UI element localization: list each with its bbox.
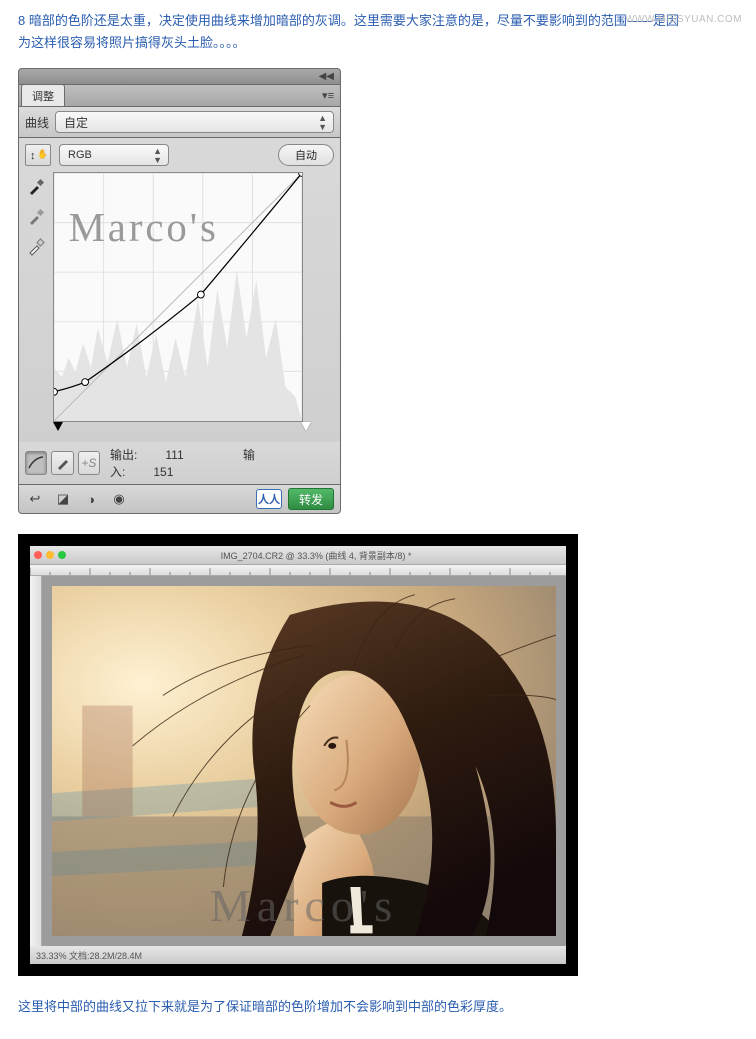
min-dot-icon bbox=[46, 551, 54, 559]
ruler-vertical bbox=[30, 576, 42, 946]
preset-row: 曲线 自定 ▲▼ bbox=[18, 106, 341, 137]
svg-text:✋: ✋ bbox=[37, 148, 46, 159]
status-bar: 33.33% 文档:28.2M/28.4M bbox=[30, 946, 566, 964]
curve-mode-smooth[interactable]: +S bbox=[78, 451, 100, 475]
photo-watermark: Marco's bbox=[210, 879, 398, 932]
preset-select[interactable]: 自定 ▲▼ bbox=[55, 111, 334, 133]
white-point-eyedropper[interactable] bbox=[25, 236, 47, 258]
eyedropper-column bbox=[25, 176, 47, 422]
site-watermark: WWW.MISSYUAN.COM bbox=[625, 14, 742, 25]
renren-icon[interactable]: 人人 bbox=[256, 489, 282, 509]
curve-readout: 输出:111 输入:151 bbox=[110, 446, 334, 480]
caption-text: 这里将中部的曲线又拉下来就是为了保证暗部的色阶增加不会影响到中部的色彩厚度。 bbox=[18, 996, 738, 1015]
share-button[interactable]: 转发 bbox=[288, 488, 334, 510]
select-arrows-icon: ▲▼ bbox=[153, 147, 162, 165]
white-slider-icon[interactable] bbox=[301, 422, 311, 431]
canvas: Marco's bbox=[42, 576, 566, 946]
svg-text:↕: ↕ bbox=[30, 150, 36, 162]
on-image-adjust-tool[interactable]: ↕✋ bbox=[25, 144, 51, 166]
curve-mode-pencil[interactable] bbox=[51, 451, 73, 475]
output-value: 111 bbox=[165, 448, 183, 462]
black-slider-icon[interactable] bbox=[53, 422, 63, 431]
collapse-arrow-icon: ◀◀ bbox=[319, 71, 334, 82]
preset-value: 自定 bbox=[64, 114, 88, 131]
panel-collapse-bar[interactable]: ◀◀ bbox=[18, 68, 341, 84]
channel-select[interactable]: RGB ▲▼ bbox=[59, 144, 169, 166]
tab-adjustments[interactable]: 调整 bbox=[21, 84, 65, 106]
input-sliders[interactable] bbox=[57, 422, 307, 436]
output-label: 输出: bbox=[110, 448, 137, 462]
preset-label: 曲线 bbox=[25, 114, 49, 131]
return-icon[interactable]: ↩ bbox=[25, 489, 45, 509]
panel-body: ↕✋ RGB ▲▼ 自动 bbox=[18, 137, 341, 442]
step-line1: 暗部的色阶还是太重，决定使用曲线来增加暗部的灰调。这里需要大家注意的是，尽量不要… bbox=[29, 13, 679, 28]
panel-footer: ↩ ◪ ◑ ◉ 人人 转发 bbox=[18, 484, 341, 514]
graph-watermark: Marco's bbox=[69, 205, 219, 250]
close-dot-icon bbox=[34, 551, 42, 559]
document-title: IMG_2704.CR2 @ 33.3% (曲线 4, 背景副本/8) * bbox=[70, 549, 562, 562]
photo: Marco's bbox=[52, 586, 556, 936]
curves-panel: ◀◀ 调整 ▾≡ 曲线 自定 ▲▼ ↕✋ RGB ▲▼ 自动 bbox=[18, 68, 341, 514]
input-value: 151 bbox=[153, 465, 173, 479]
black-point-eyedropper[interactable] bbox=[25, 176, 47, 198]
select-arrows-icon: ▲▼ bbox=[318, 114, 327, 132]
curve-mode-point[interactable] bbox=[25, 451, 47, 475]
max-dot-icon bbox=[58, 551, 66, 559]
step-line2: 为这样很容易将照片搞得灰头土脸。。。。 bbox=[18, 35, 246, 50]
ruler-horizontal bbox=[30, 564, 566, 576]
panel-tabs: 调整 ▾≡ bbox=[18, 84, 341, 106]
clip-icon[interactable]: ◑ bbox=[81, 489, 101, 509]
auto-button[interactable]: 自动 bbox=[278, 144, 334, 166]
channel-value: RGB bbox=[68, 149, 92, 161]
window-titlebar: IMG_2704.CR2 @ 33.3% (曲线 4, 背景副本/8) * bbox=[30, 546, 566, 564]
expand-icon[interactable]: ◪ bbox=[53, 489, 73, 509]
step-number: 8 bbox=[18, 10, 25, 32]
visibility-icon[interactable]: ◉ bbox=[109, 489, 129, 509]
gray-point-eyedropper[interactable] bbox=[25, 206, 47, 228]
result-screenshot: IMG_2704.CR2 @ 33.3% (曲线 4, 背景副本/8) * bbox=[18, 534, 578, 976]
panel-menu-icon[interactable]: ▾≡ bbox=[322, 89, 334, 102]
curves-graph[interactable]: Marco's bbox=[53, 172, 303, 422]
